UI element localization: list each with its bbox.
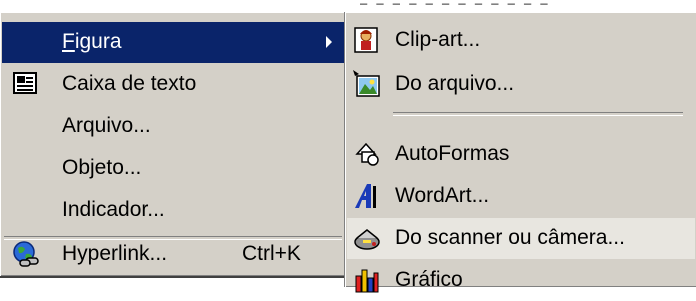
menu-item-label: Figura [62, 30, 122, 53]
menu-item-label: Arquivo... [62, 114, 151, 137]
menu-item-figura[interactable]: Figura [2, 22, 344, 63]
insert-menu: Figura Caixa de texto Arquivo... Objeto.… [0, 12, 346, 278]
chart-icon [353, 266, 381, 294]
shortcut-text: Ctrl+K [242, 242, 301, 265]
figura-label-rest: igura [74, 30, 122, 53]
submenu-item-autoformas[interactable]: AutoFormas [347, 134, 695, 175]
menu-item-caixa-de-texto[interactable]: Caixa de texto [2, 64, 344, 105]
menu-item-label: Objeto... [62, 156, 142, 179]
submenu-item-do-scanner-ou-camera[interactable]: Do scanner ou câmera... [347, 218, 695, 259]
figura-submenu: Clip-art... Do arquivo... AutoFormas Wor… [344, 12, 696, 293]
document-background-text: — — — — — — — — — — — — [360, 0, 549, 11]
menu-item-objeto[interactable]: Objeto... [2, 148, 344, 189]
wordart-icon [353, 182, 381, 210]
clip-art-icon [353, 26, 381, 54]
hyperlink-globe-icon [12, 240, 40, 268]
submenu-item-do-arquivo[interactable]: Do arquivo... [347, 64, 695, 105]
submenu-item-label: AutoFormas [395, 142, 510, 165]
submenu-item-label: Do scanner ou câmera... [395, 226, 625, 249]
submenu-item-label: Gráfico [395, 268, 463, 291]
menu-item-label: Hyperlink... [62, 242, 168, 265]
menu-item-label: Indicador... [62, 198, 165, 221]
submenu-item-grafico[interactable]: Gráfico [347, 260, 695, 301]
menu-item-arquivo[interactable]: Arquivo... [2, 106, 344, 147]
text-box-icon [12, 70, 40, 98]
menu-item-indicador[interactable]: Indicador... [2, 190, 344, 231]
submenu-item-label: Clip-art... [395, 28, 481, 51]
menu-item-hyperlink[interactable]: Hyperlink... Ctrl+K [2, 234, 344, 275]
submenu-item-wordart[interactable]: WordArt... [347, 176, 695, 217]
submenu-item-label: WordArt... [395, 184, 490, 207]
submenu-item-clip-art[interactable]: Clip-art... [347, 20, 695, 61]
autoshapes-icon [353, 140, 381, 168]
submenu-separator [393, 112, 683, 116]
scanner-icon [353, 224, 381, 252]
submenu-item-label: Do arquivo... [395, 72, 515, 95]
menu-item-label: Caixa de texto [62, 72, 197, 95]
picture-from-file-icon [353, 70, 381, 98]
submenu-arrow-icon [326, 36, 332, 48]
